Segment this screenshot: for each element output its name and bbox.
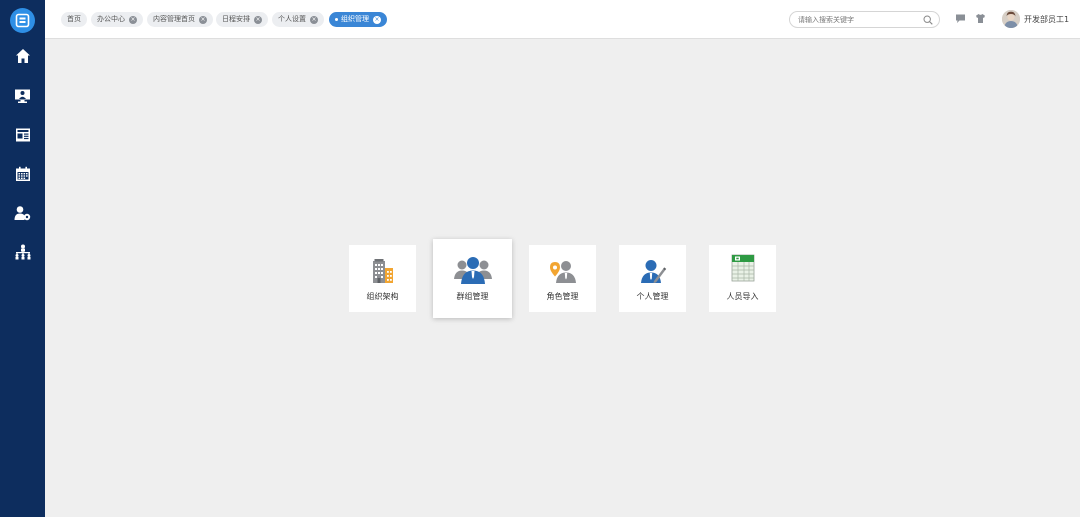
user-settings-icon xyxy=(14,206,31,221)
card-label: 人员导入 xyxy=(726,292,759,301)
tab-label: 内容管理首页 xyxy=(153,15,195,23)
home-icon xyxy=(15,49,30,63)
search-input[interactable] xyxy=(798,14,918,25)
sidebar-item-personal-settings[interactable] xyxy=(0,194,45,232)
card-label: 角色管理 xyxy=(546,292,579,301)
spreadsheet-import-icon xyxy=(731,254,754,282)
role-icon xyxy=(549,261,576,283)
user-avatar-icon xyxy=(1002,10,1020,28)
tab-label: 办公中心 xyxy=(97,15,125,23)
card-label: 个人管理 xyxy=(636,292,669,301)
card-label: 群组管理 xyxy=(456,292,489,301)
sidebar-item-org[interactable] xyxy=(0,233,45,271)
search-box xyxy=(789,11,940,28)
sidebar xyxy=(0,0,45,517)
search-icon[interactable] xyxy=(923,15,933,25)
sidebar-item-calendar[interactable] xyxy=(0,155,45,193)
card-group-management[interactable]: 群组管理 xyxy=(433,239,512,318)
active-dot-icon xyxy=(335,18,338,21)
org-chart-icon xyxy=(15,244,30,260)
tab-content-home[interactable]: 内容管理首页 × xyxy=(147,12,213,27)
close-icon[interactable]: × xyxy=(199,15,207,24)
close-icon[interactable]: × xyxy=(310,15,318,24)
card-org-structure[interactable]: 组织架构 xyxy=(349,245,416,312)
card-staff-import[interactable]: 人员导入 xyxy=(709,245,776,312)
app-logo-icon[interactable] xyxy=(10,8,35,33)
news-icon xyxy=(15,128,30,142)
tab-home[interactable]: 首页 xyxy=(61,12,87,27)
card-personal-management[interactable]: 个人管理 xyxy=(619,245,686,312)
building-icon xyxy=(372,259,393,283)
group-icon xyxy=(453,257,492,284)
card-role-management[interactable]: 角色管理 xyxy=(529,245,596,312)
tab-office-center[interactable]: 办公中心 × xyxy=(91,12,143,27)
tab-label: 组织管理 xyxy=(341,15,369,23)
calendar-icon xyxy=(15,166,30,181)
close-icon[interactable]: × xyxy=(129,15,137,24)
message-icon[interactable] xyxy=(955,13,966,24)
tab-label: 首页 xyxy=(67,15,81,23)
tab-label: 个人设置 xyxy=(278,15,306,23)
close-icon[interactable]: × xyxy=(254,15,262,24)
sidebar-item-content[interactable] xyxy=(0,116,45,154)
tab-personal-settings[interactable]: 个人设置 × xyxy=(272,12,324,27)
sidebar-item-home[interactable] xyxy=(0,37,45,75)
personal-icon xyxy=(640,260,666,283)
avatar[interactable] xyxy=(1002,10,1020,28)
top-bar: 首页 办公中心 × 内容管理首页 × 日程安排 × 个人设置 × 组织管理 × xyxy=(45,0,1080,39)
close-icon[interactable]: × xyxy=(373,15,381,24)
tab-schedule[interactable]: 日程安排 × xyxy=(216,12,268,27)
tab-label: 日程安排 xyxy=(222,15,250,23)
monitor-user-icon xyxy=(15,89,30,103)
username[interactable]: 开发部员工1 xyxy=(1024,14,1069,25)
skin-shirt-icon[interactable] xyxy=(975,13,986,24)
sidebar-item-office[interactable] xyxy=(0,77,45,115)
card-label: 组织架构 xyxy=(366,292,399,301)
tab-org-management[interactable]: 组织管理 × xyxy=(329,12,387,27)
